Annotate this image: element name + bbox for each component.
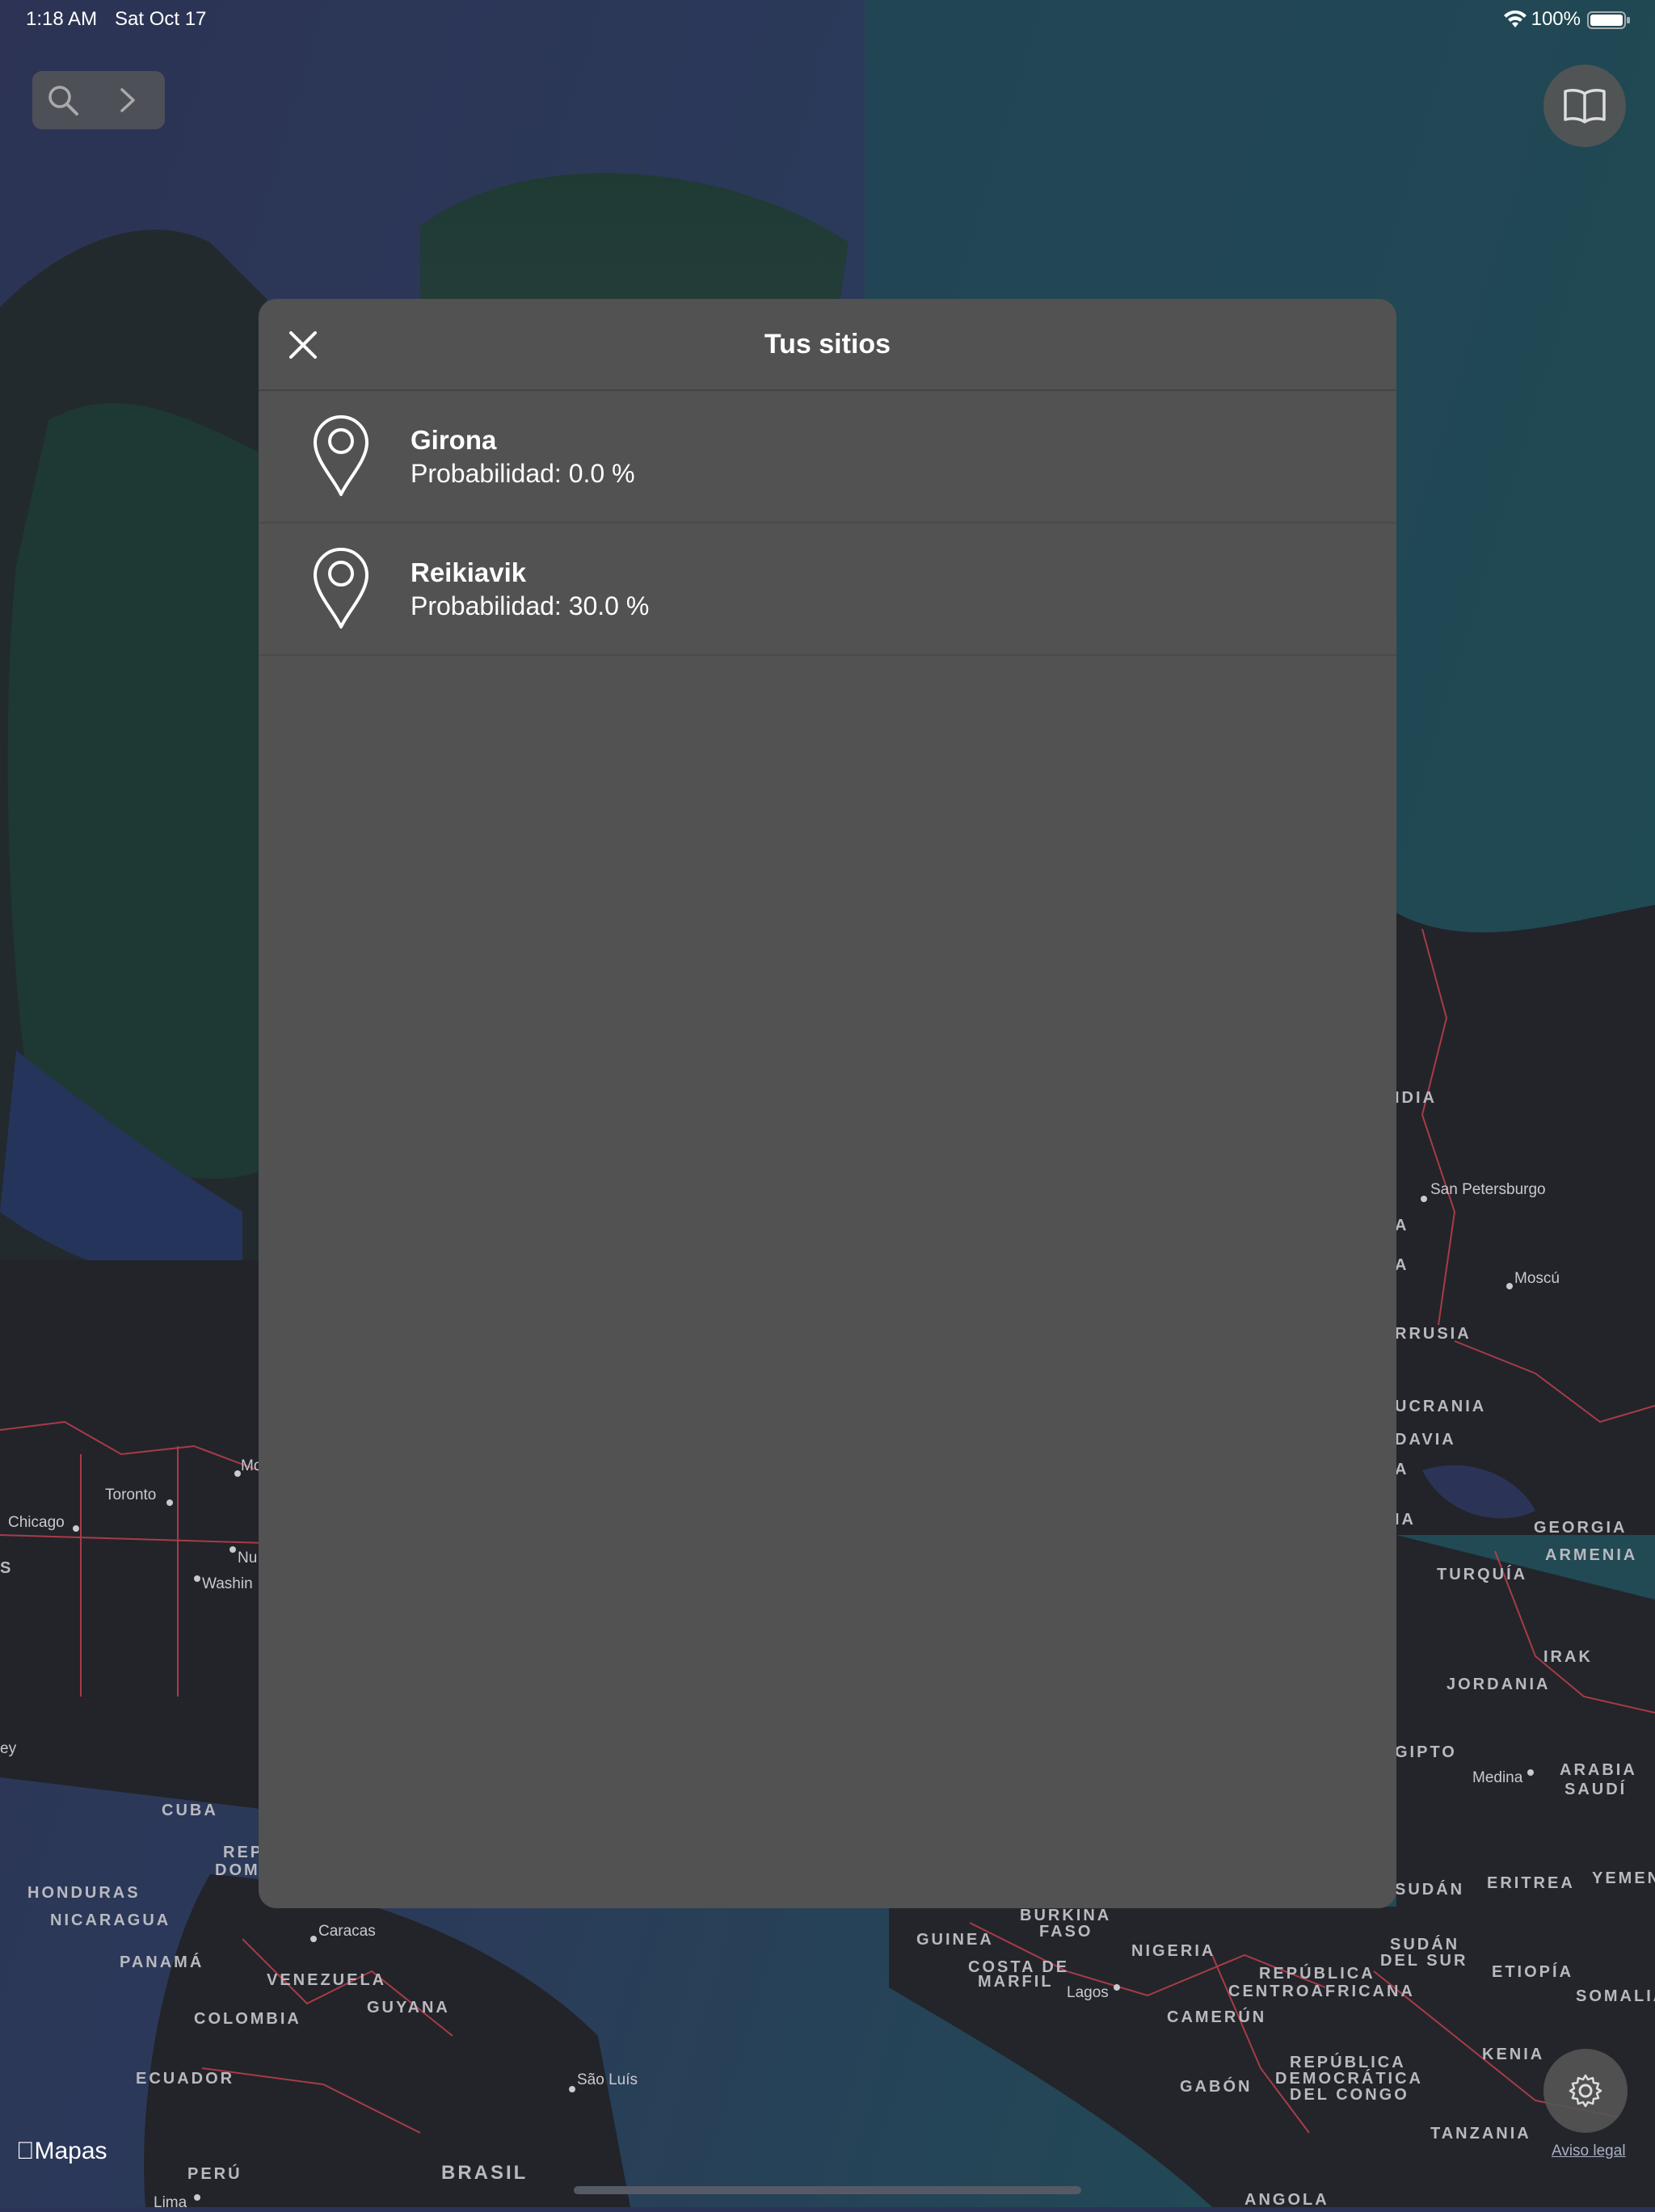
map-label-country: RRUSIA — [1395, 1325, 1472, 1343]
map-label-country: UCRANIA — [1395, 1398, 1487, 1415]
city-dot — [569, 2086, 575, 2092]
map-label-country: S — [0, 1559, 14, 1577]
map-label-country: NICARAGUA — [50, 1911, 171, 1929]
wifi-icon — [1504, 11, 1527, 27]
place-probability: Probabilidad: 0.0 % — [411, 459, 635, 488]
map-label-country: TANZANIA — [1430, 2125, 1531, 2143]
status-time: 1:18 AM — [26, 8, 98, 30]
map-label-country: FASO — [1039, 1923, 1093, 1941]
place-name: Reikiavik — [411, 557, 527, 587]
city-dot — [230, 1546, 236, 1553]
close-icon[interactable] — [283, 325, 323, 365]
map-label-country: TURQUÍA — [1437, 1566, 1528, 1583]
search-icon[interactable] — [47, 84, 79, 116]
map-label-city: Moscú — [1514, 1270, 1560, 1287]
map-label-city: Toronto — [105, 1487, 157, 1503]
map-label-country: A — [1395, 1256, 1409, 1274]
map-label-country: IRAK — [1543, 1648, 1593, 1666]
legal-notice-link[interactable]: Aviso legal — [1552, 2143, 1626, 2160]
city-dot — [1506, 1283, 1513, 1289]
map-label-city: Nu — [238, 1550, 258, 1566]
location-pin-icon — [314, 415, 368, 496]
map-label-country: DEL CONGO — [1290, 2086, 1409, 2104]
map-label-country: A — [1395, 1217, 1409, 1234]
city-dot — [1114, 1984, 1120, 1991]
map-label-country: IA — [1395, 1511, 1416, 1529]
place-row-girona[interactable]: Girona Probabilidad: 0.0 % — [259, 391, 1396, 524]
home-indicator[interactable] — [574, 2186, 1081, 2194]
city-dot — [310, 1936, 317, 1942]
map-label-city: Caracas — [318, 1923, 376, 1940]
map-label-country: NIGERIA — [1131, 1942, 1216, 1960]
map-label-country: BRASIL — [441, 2162, 529, 2184]
map-label-country: SOMALIA — [1576, 1987, 1655, 2005]
map-label-country: GUYANA — [367, 1999, 450, 2016]
book-icon — [1564, 89, 1606, 124]
map-label-country: ARABIA — [1560, 1761, 1637, 1779]
city-dot — [166, 1499, 173, 1506]
book-button[interactable] — [1543, 65, 1626, 147]
city-dot — [1527, 1769, 1534, 1776]
city-dot — [73, 1525, 79, 1532]
place-name: Girona — [411, 425, 497, 455]
map-label-country: ERITREA — [1487, 1874, 1575, 1892]
maps-logo-text: Mapas — [16, 2138, 107, 2164]
places-modal: Tus sitios Girona Probabilidad: 0.0 % Re… — [259, 299, 1396, 1908]
map-label-country: CENTROAFRICANA — [1228, 1983, 1415, 2000]
map-label-country: PERÚ — [187, 2165, 242, 2183]
modal-header: Tus sitios — [259, 299, 1396, 391]
chevron-right-icon[interactable] — [113, 86, 142, 115]
map-label-city: São Luís — [577, 2071, 638, 2088]
map-label-city: San Petersburgo — [1430, 1181, 1546, 1198]
maps-logo: Mapas — [16, 2138, 107, 2165]
map-label-city: Chicago — [8, 1514, 65, 1531]
status-date: Sat Oct 17 — [115, 8, 207, 30]
map-label-country: IDIA — [1395, 1089, 1437, 1107]
map-label-city: Lima — [154, 2194, 187, 2211]
map-label-country: SAUDÍ — [1564, 1781, 1628, 1798]
map-label-country: JORDANIA — [1447, 1676, 1551, 1693]
settings-button[interactable] — [1543, 2049, 1628, 2133]
map-label-country: CAMERÚN — [1167, 2008, 1267, 2026]
map-label-country: YEMEN — [1592, 1869, 1655, 1887]
map-label-country: SUDÁN — [1395, 1881, 1465, 1899]
map-label-country: COLOMBIA — [194, 2010, 301, 2028]
map-label-country: ARMENIA — [1545, 1546, 1638, 1564]
city-dot — [1421, 1196, 1427, 1202]
map-label-country: A — [1395, 1461, 1409, 1478]
battery-icon — [1587, 11, 1630, 29]
map-label-country: DEL SUR — [1380, 1952, 1468, 1970]
map-label-country: CUBA — [162, 1802, 218, 1819]
map-label-country: PANAMÁ — [120, 1953, 204, 1971]
place-row-reikiavik[interactable]: Reikiavik Probabilidad: 30.0 % — [259, 524, 1396, 656]
map-label-city: Lagos — [1067, 1984, 1109, 2001]
city-dot — [194, 1575, 200, 1582]
battery-percentage: 100% — [1531, 8, 1581, 30]
map-label-country: VENEZUELA — [267, 1971, 387, 1989]
location-pin-icon — [314, 548, 368, 629]
map-label-country: DAVIA — [1395, 1431, 1456, 1449]
map-label-country: GABÓN — [1180, 2078, 1253, 2096]
place-probability: Probabilidad: 30.0 % — [411, 591, 650, 620]
map-label-country: GUINEA — [916, 1931, 994, 1949]
modal-title: Tus sitios — [764, 329, 891, 360]
map-label-country: REPÚBLICA — [1259, 1965, 1375, 1983]
map-label-country: HONDURAS — [27, 1884, 141, 1902]
map-label-city: Washin — [202, 1575, 253, 1592]
map-label-country: GEORGIA — [1534, 1519, 1628, 1537]
map-label-city: ey — [0, 1740, 17, 1757]
map-label-country: KENIA — [1482, 2046, 1545, 2063]
search-toolbar — [32, 71, 165, 129]
map-label-country: MARFIL — [978, 1973, 1054, 1991]
map-label-city: Medina — [1472, 1769, 1523, 1786]
status-bar: 1:18 AM Sat Oct 17 100% — [0, 0, 1655, 39]
map-label-country: GIPTO — [1395, 1743, 1457, 1761]
city-dot — [194, 2194, 200, 2201]
gear-icon — [1569, 2074, 1602, 2108]
map-label-country: ETIOPÍA — [1492, 1963, 1574, 1981]
apple-logo-icon:  — [16, 2138, 35, 2164]
map-label-country: ECUADOR — [136, 2070, 235, 2088]
city-dot — [234, 1470, 241, 1477]
